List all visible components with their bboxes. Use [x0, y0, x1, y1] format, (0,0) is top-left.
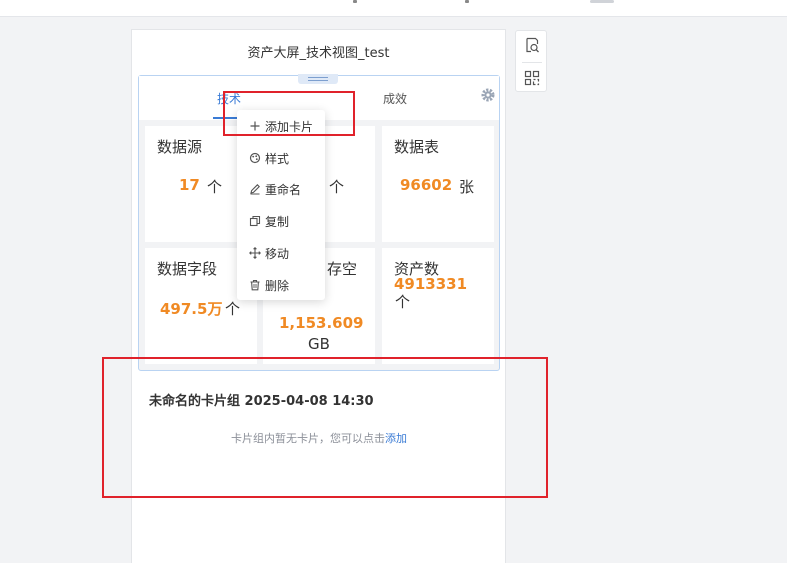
- menu-item-label: 移动: [265, 247, 290, 261]
- menu-item-label: 复制: [265, 215, 290, 229]
- copy-icon: [249, 215, 261, 227]
- top-bar-toggle[interactable]: [590, 0, 614, 3]
- toolbar-divider: [522, 62, 542, 63]
- preview-search-icon[interactable]: [523, 36, 541, 54]
- move-icon: [249, 247, 261, 259]
- top-bar: [0, 0, 787, 17]
- card-title: 数据字段: [157, 260, 218, 278]
- palette-icon: [249, 152, 261, 164]
- card-title: 数据源: [157, 138, 203, 156]
- highlight-box-add-card: [223, 91, 355, 136]
- card-value: 1,153.609: [279, 314, 364, 332]
- drag-handle[interactable]: [298, 74, 338, 84]
- card-unit: 个: [207, 178, 223, 196]
- menu-item-copy[interactable]: 复制: [237, 210, 325, 232]
- top-bar-indicator: [465, 0, 469, 3]
- menu-item-move[interactable]: 移动: [237, 242, 325, 264]
- card-unit: 个: [329, 178, 345, 196]
- page-title: 资产大屏_技术视图_test: [247, 46, 390, 61]
- menu-item-label: 样式: [265, 152, 290, 166]
- menu-item-label: 删除: [265, 279, 290, 293]
- card-value: 17: [179, 176, 200, 194]
- card-unit: 张: [459, 178, 475, 196]
- stat-card-assets[interactable]: 资产数 4913331 个: [382, 248, 494, 364]
- card-value: 96602: [400, 176, 453, 194]
- menu-item-rename[interactable]: 重命名: [237, 178, 325, 200]
- card-value: 497.5万: [160, 300, 223, 318]
- grid-layout-icon[interactable]: [523, 69, 541, 87]
- card-title: 数据表: [394, 138, 440, 156]
- card-unit: 个: [225, 300, 241, 318]
- edit-icon: [250, 184, 260, 195]
- trash-icon: [250, 280, 260, 291]
- stat-card-tables[interactable]: 数据表 96602 张: [382, 126, 494, 242]
- context-menu: 添加卡片 样式 重命名 复制 移动 删除: [237, 110, 325, 300]
- card-unit: GB: [308, 335, 330, 353]
- menu-item-label: 重命名: [265, 183, 302, 197]
- top-bar-indicator: [353, 0, 357, 3]
- gear-icon[interactable]: [480, 87, 496, 103]
- card-title: 存空: [327, 260, 358, 278]
- tab-effect[interactable]: 成效: [383, 90, 407, 107]
- highlight-box-card-group: [102, 357, 548, 498]
- menu-item-style[interactable]: 样式: [237, 147, 325, 169]
- menu-item-delete[interactable]: 删除: [237, 274, 325, 296]
- card-unit: 个: [395, 293, 411, 311]
- side-toolbar: [515, 30, 547, 92]
